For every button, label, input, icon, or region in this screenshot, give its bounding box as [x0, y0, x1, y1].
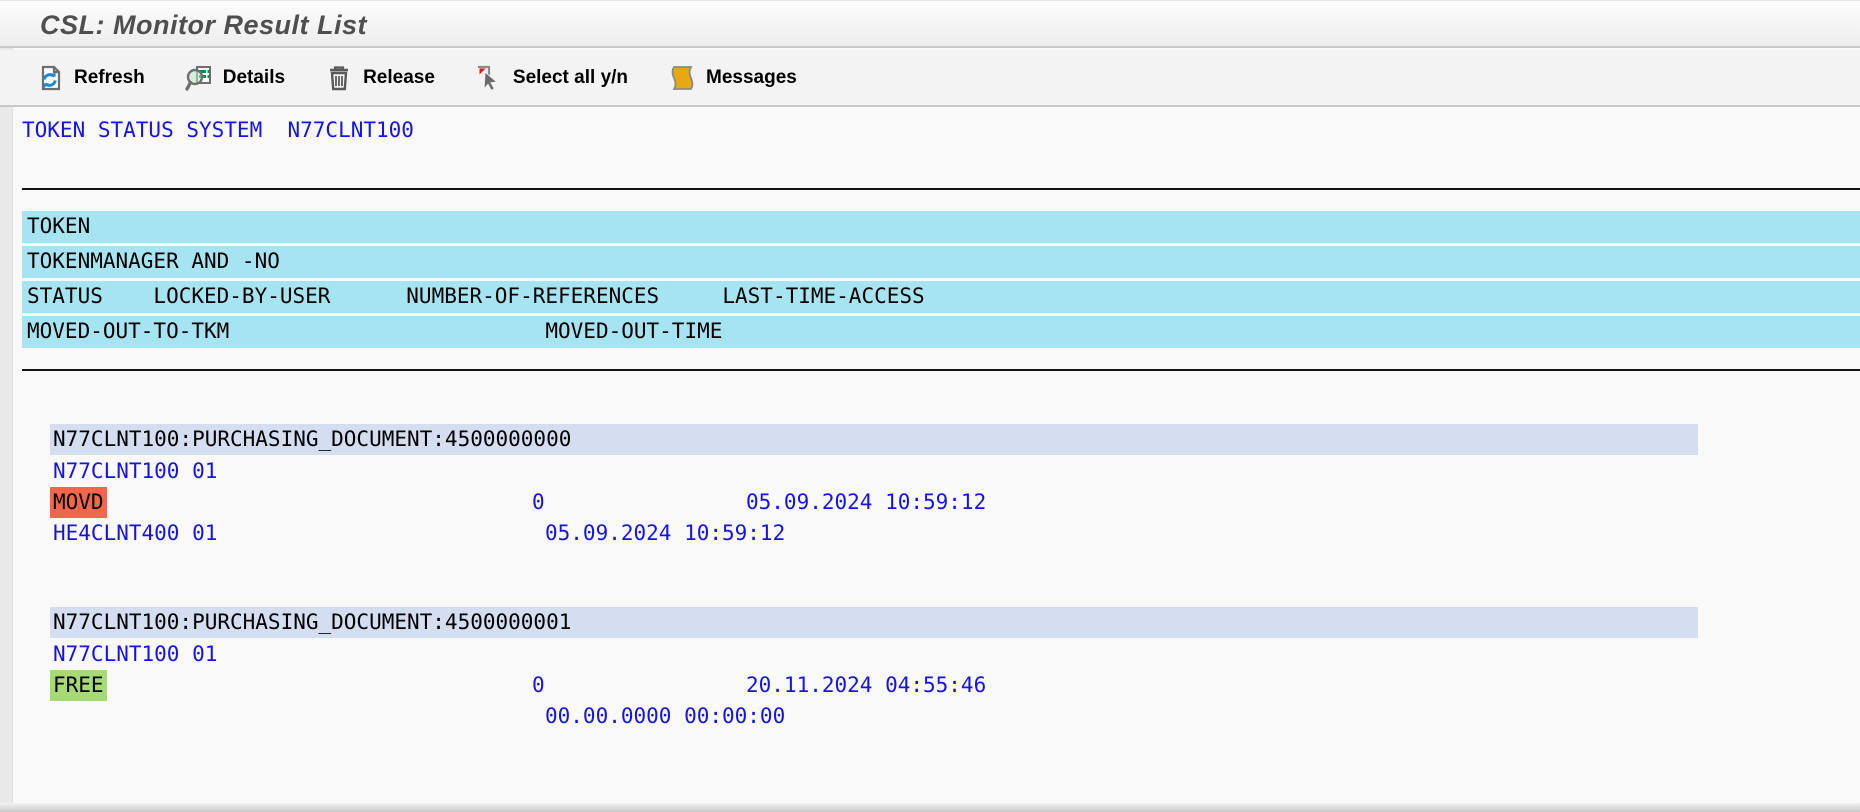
status-badge[interactable]: FREE — [50, 670, 107, 701]
moved-out-time-value: 00.00.0000 00:00:00 — [545, 701, 785, 732]
select-all-icon — [475, 64, 503, 92]
record-status-line: FREE 0 20.11.2024 04:55:46 — [0, 670, 1860, 701]
token-header-bar[interactable]: N77CLNT100:PURCHASING_DOCUMENT:450000000… — [50, 424, 1698, 455]
separator-line-top — [22, 188, 1860, 190]
separator-line-bottom — [22, 369, 1860, 371]
release-button[interactable]: Release — [325, 64, 435, 92]
window-bottom-edge — [0, 803, 1860, 812]
select-all-button[interactable]: Select all y/n — [475, 64, 628, 92]
record-status-line: MOVD 0 05.09.2024 10:59:12 — [0, 487, 1860, 518]
record-movedout-line: HE4CLNT400 01 05.09.2024 10:59:12 — [0, 518, 1860, 549]
column-header-token: TOKEN — [22, 211, 1860, 243]
column-header-status-row: STATUS LOCKED-BY-USER NUMBER-OF-REFERENC… — [22, 281, 1860, 313]
messages-label: Messages — [706, 67, 797, 89]
token-system-value[interactable]: N77CLNT100 01 — [53, 639, 217, 670]
trash-icon — [325, 64, 353, 92]
moved-out-to-tkm-value[interactable]: HE4CLNT400 01 — [53, 518, 217, 549]
messages-icon — [668, 64, 696, 92]
refresh-button[interactable]: Refresh — [36, 64, 145, 92]
moved-out-time-value: 05.09.2024 10:59:12 — [545, 518, 785, 549]
application-toolbar: Refresh Details Release — [0, 50, 1860, 107]
refresh-label: Refresh — [74, 67, 145, 89]
status-badge[interactable]: MOVD — [50, 487, 107, 518]
result-list: TOKEN STATUS SYSTEM N77CLNT100 TOKEN TOK… — [0, 109, 1860, 812]
token-header-bar[interactable]: N77CLNT100:PURCHASING_DOCUMENT:450000000… — [50, 607, 1698, 638]
column-header-movedout-row: MOVED-OUT-TO-TKM MOVED-OUT-TIME — [22, 316, 1860, 348]
token-system-value[interactable]: N77CLNT100 01 — [53, 456, 217, 487]
number-of-references-value: 0 — [532, 487, 545, 518]
select-all-label: Select all y/n — [513, 67, 628, 89]
refresh-icon — [36, 64, 64, 92]
record-system-line: N77CLNT100 01 — [0, 639, 1860, 670]
release-label: Release — [363, 67, 435, 89]
record-row: N77CLNT100:PURCHASING_DOCUMENT:450000000… — [0, 607, 1860, 638]
column-header-tokenmanager: TOKENMANAGER AND -NO — [22, 246, 1860, 278]
record-row: N77CLNT100:PURCHASING_DOCUMENT:450000000… — [0, 424, 1860, 455]
number-of-references-value: 0 — [532, 670, 545, 701]
messages-button[interactable]: Messages — [668, 64, 797, 92]
details-icon — [185, 64, 213, 92]
last-time-access-value: 20.11.2024 04:55:46 — [746, 670, 986, 701]
details-button[interactable]: Details — [185, 64, 285, 92]
title-bar: CSL: Monitor Result List — [0, 0, 1860, 48]
details-label: Details — [223, 67, 285, 89]
record-movedout-line: 00.00.0000 00:00:00 — [0, 701, 1860, 732]
page-title: CSL: Monitor Result List — [40, 10, 367, 41]
selection-header-line[interactable]: TOKEN STATUS SYSTEM N77CLNT100 — [22, 118, 414, 142]
record-system-line: N77CLNT100 01 — [0, 456, 1860, 487]
last-time-access-value: 05.09.2024 10:59:12 — [746, 487, 986, 518]
